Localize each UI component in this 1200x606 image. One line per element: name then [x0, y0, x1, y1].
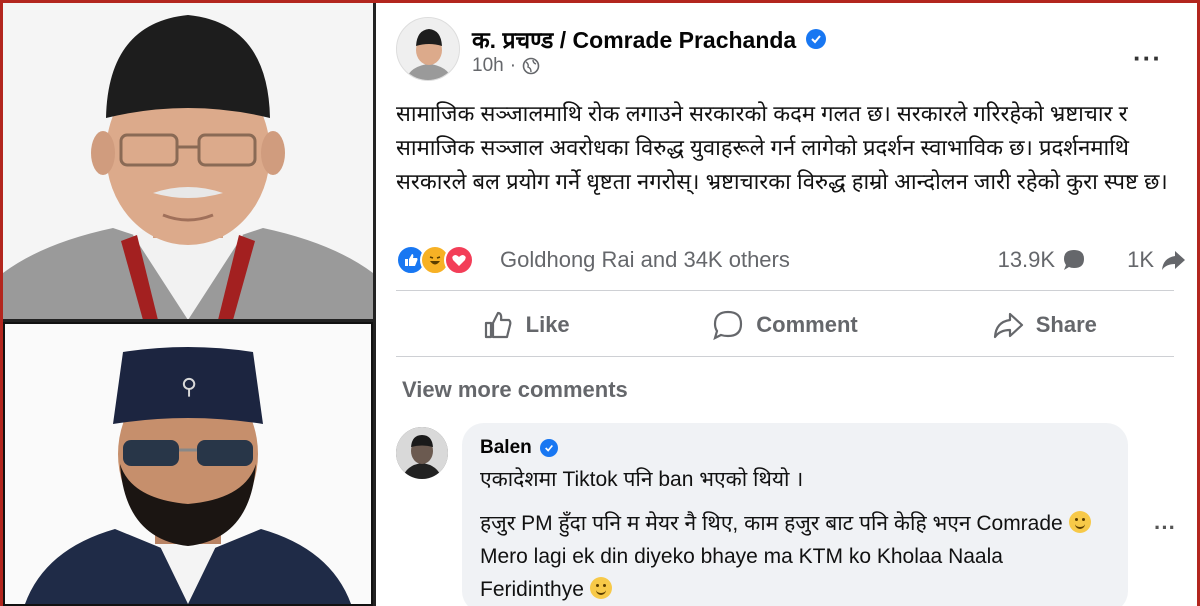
post-header: क. प्रचण्ड / Comrade Prachanda 10h · ··· — [396, 17, 1176, 87]
commenter-name[interactable]: Balen — [480, 437, 532, 459]
divider — [396, 290, 1174, 291]
comment-button[interactable]: Comment — [655, 300, 914, 350]
love-reaction-icon — [444, 245, 474, 275]
like-button[interactable]: Like — [396, 300, 655, 350]
share-button[interactable]: Share — [915, 300, 1174, 350]
comment-icon — [713, 310, 743, 341]
comment-text-line1: एकादेशमा Tiktok पनि ban भएको थियो । — [480, 468, 804, 491]
globe-icon — [522, 57, 540, 75]
post-author-name[interactable]: क. प्रचण्ड / Comrade Prachanda — [472, 23, 796, 55]
portrait-photo-prachanda — [3, 3, 373, 320]
more-options-icon[interactable]: ··· — [1133, 43, 1162, 74]
comment-label: Comment — [756, 312, 858, 337]
facebook-post: क. प्रचण्ड / Comrade Prachanda 10h · ···… — [376, 3, 1197, 606]
portrait-photo-balen: ⚲ — [3, 322, 373, 606]
like-label: Like — [525, 312, 570, 337]
share-icon — [993, 312, 1023, 339]
comments-count[interactable]: 13.9K — [998, 247, 1056, 273]
share-label: Share — [1035, 312, 1097, 337]
smile-emoji-icon — [589, 577, 612, 599]
reaction-icons[interactable] — [396, 245, 474, 275]
verified-badge-icon — [539, 439, 558, 457]
verified-badge-icon — [806, 29, 827, 49]
post-body-text: सामाजिक सञ्जालमाथि रोक लगाउने सरकारको कद… — [396, 101, 1168, 194]
author-avatar[interactable] — [396, 17, 460, 81]
reactions-summary: Goldhong Rai and 34K others 13.9K 1K — [396, 243, 1186, 277]
post-timestamp[interactable]: 10h — [472, 55, 504, 77]
comment-bubble: Balen एकादेशमा Tiktok पनि ban भएको थियो … — [462, 423, 1128, 606]
smile-emoji-icon — [1068, 511, 1091, 533]
comment-bubble-icon — [1064, 250, 1085, 270]
divider — [396, 356, 1174, 357]
svg-text:⚲: ⚲ — [181, 375, 197, 400]
reactions-label[interactable]: Goldhong Rai and 34K others — [500, 247, 790, 273]
commenter-avatar[interactable] — [396, 427, 448, 479]
view-more-comments-link[interactable]: View more comments — [402, 377, 628, 403]
comment-more-options-icon[interactable]: ··· — [1154, 515, 1176, 541]
share-arrow-icon — [1162, 251, 1185, 270]
comment-text-line2: हजुर PM हुँदा पनि म मेयर नै थिए, काम हजु… — [480, 507, 1110, 606]
post-action-bar: Like Comment Share — [396, 300, 1174, 350]
meta-separator: · — [509, 55, 517, 76]
shares-count[interactable]: 1K — [1127, 247, 1154, 273]
thumbs-up-icon — [484, 311, 512, 339]
comment-text-part2: Mero lagi ek din diyeko bhaye ma KTM ko … — [480, 545, 1003, 601]
comment-text-part1: हजुर PM हुँदा पनि म मेयर नै थिए, काम हजु… — [480, 512, 1063, 535]
